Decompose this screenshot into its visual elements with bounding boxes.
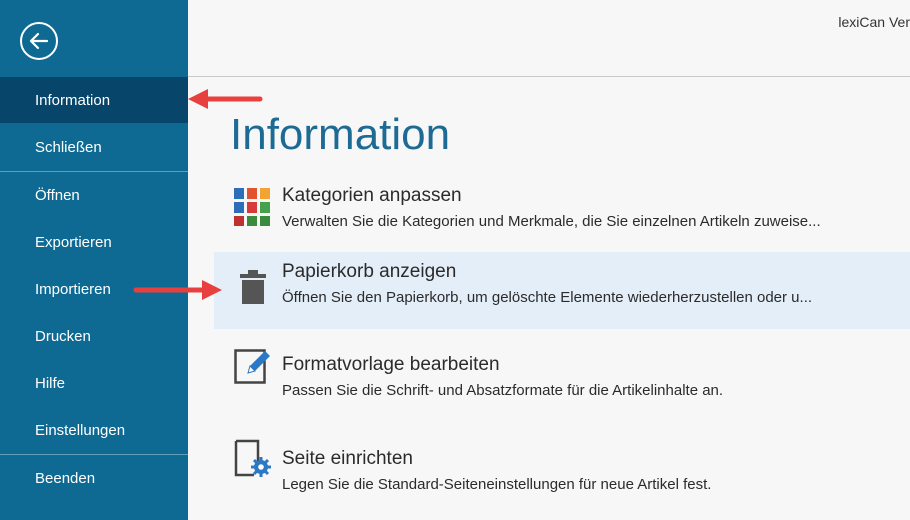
trash-icon [240,270,266,304]
categories-grid-icon [234,188,270,226]
sidebar-item-schliessen[interactable]: Schließen [0,124,188,170]
sidebar: Information Schließen Öffnen Exportieren… [0,0,188,520]
sidebar-item-label: Hilfe [35,374,66,392]
sidebar-item-label: Importieren [35,280,111,298]
sidebar-item-drucken[interactable]: Drucken [0,313,188,359]
header-divider [188,76,910,77]
sidebar-item-label: Drucken [35,327,91,345]
option-seite-einrichten[interactable]: Seite einrichten Legen Sie die Standard-… [214,439,910,516]
page-settings-icon [234,439,271,477]
sidebar-item-exportieren[interactable]: Exportieren [0,219,188,265]
option-description: Öffnen Sie den Papierkorb, um gelöschte … [282,289,813,306]
sidebar-item-beenden[interactable]: Beenden [0,455,188,501]
back-arrow-icon [29,32,49,50]
option-kategorien-anpassen[interactable]: Kategorien anpassen Verwalten Sie die Ka… [214,176,910,253]
option-title: Papierkorb anzeigen [282,261,457,282]
option-title: Formatvorlage bearbeiten [282,354,500,375]
sidebar-item-label: Beenden [35,469,96,487]
sidebar-item-information[interactable]: Information [0,77,188,123]
option-title: Seite einrichten [282,448,413,469]
sidebar-item-hilfe[interactable]: Hilfe [0,360,188,406]
annotation-arrow-right-icon [133,280,222,300]
main-panel: lexiCan Ver Information Kategorien anpas… [188,0,910,520]
sidebar-item-label: Exportieren [35,233,112,251]
sidebar-item-label: Schließen [35,138,102,156]
option-description: Passen Sie die Schrift- und Absatzformat… [282,382,724,399]
option-title: Kategorien anpassen [282,185,462,206]
sidebar-item-einstellungen[interactable]: Einstellungen [0,407,188,453]
edit-document-icon [234,349,270,384]
back-button[interactable] [20,22,58,60]
sidebar-item-label: Einstellungen [35,421,126,439]
sidebar-item-oeffnen[interactable]: Öffnen [0,172,188,218]
sidebar-item-label: Information [35,91,111,109]
option-papierkorb-anzeigen[interactable]: Papierkorb anzeigen Öffnen Sie den Papie… [214,252,910,329]
app-title: lexiCan Ver [838,14,910,30]
page-title: Information [230,110,451,159]
option-formatvorlage-bearbeiten[interactable]: Formatvorlage bearbeiten Passen Sie die … [214,345,910,422]
annotation-arrow-left-icon [188,89,263,109]
option-description: Legen Sie die Standard-Seiteneinstellung… [282,476,712,493]
sidebar-item-label: Öffnen [35,186,80,204]
option-description: Verwalten Sie die Kategorien und Merkmal… [282,213,821,230]
